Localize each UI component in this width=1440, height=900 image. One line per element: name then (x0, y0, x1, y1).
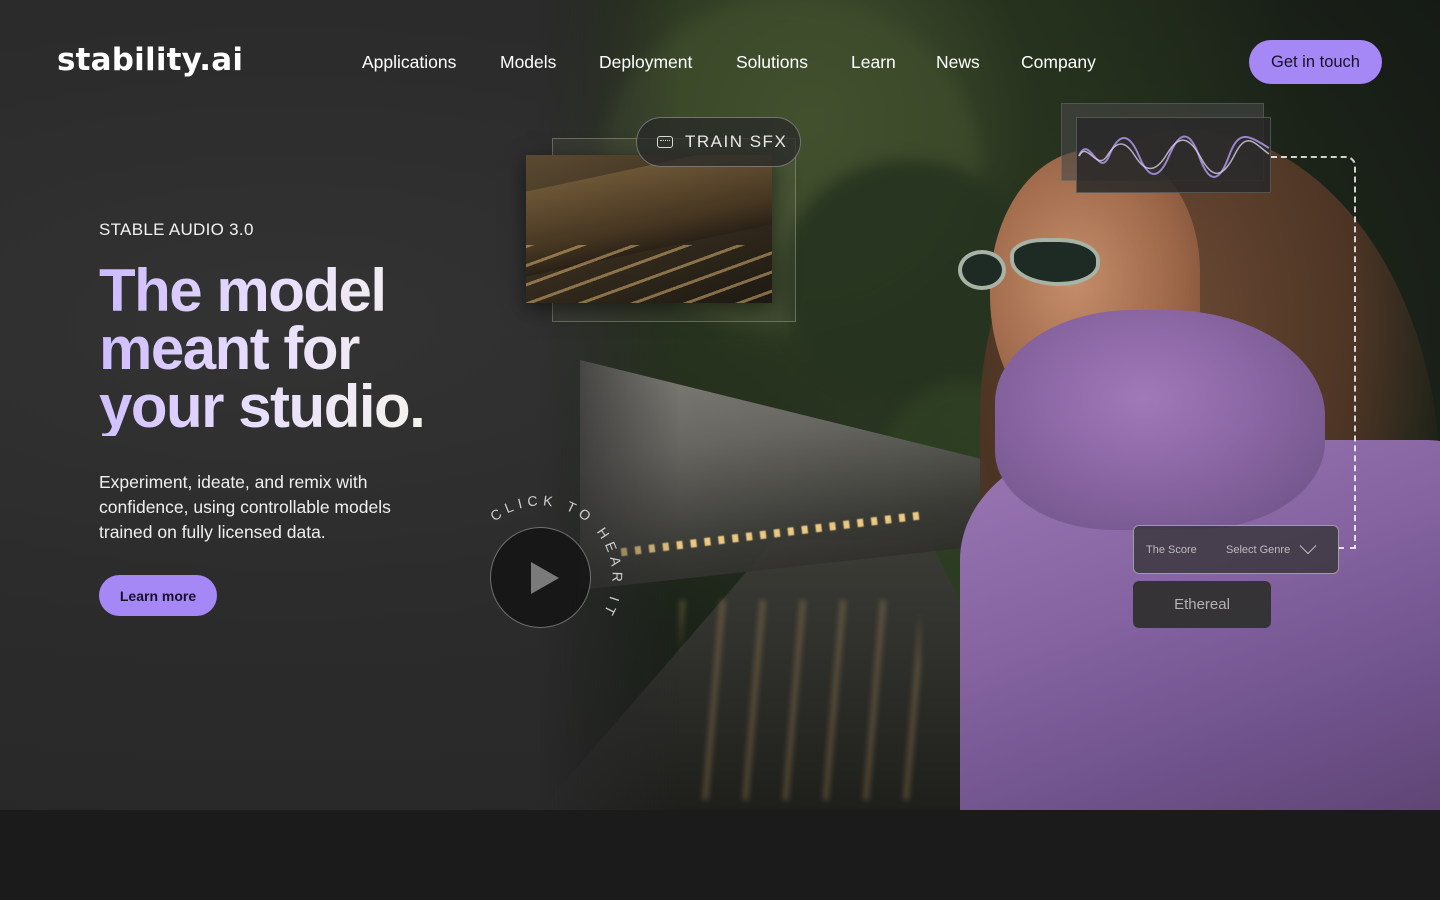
nav-learn[interactable]: Learn (851, 52, 896, 73)
headline-line: meant for (99, 315, 359, 382)
play-icon (531, 562, 559, 594)
platform-reflections (680, 600, 920, 800)
play-button[interactable] (490, 527, 591, 628)
get-in-touch-button[interactable]: Get in touch (1249, 40, 1382, 84)
sunglasses-lens (958, 250, 1006, 290)
chevron-down-icon (1299, 536, 1317, 554)
waveform-icon (1078, 135, 1270, 178)
headline-line: your studio. (99, 373, 425, 440)
score-label: The Score (1146, 543, 1197, 556)
connector-line (1338, 547, 1356, 549)
hero-section: TRAIN SFX The Score Select Genre Etherea… (0, 0, 1440, 810)
train-sfx-card (526, 155, 772, 303)
genre-option[interactable]: Ethereal (1133, 581, 1271, 628)
nav-applications[interactable]: Applications (362, 52, 456, 73)
hero-description: Experiment, ideate, and remix with confi… (99, 472, 391, 542)
nav-models[interactable]: Models (500, 52, 556, 73)
logo[interactable]: stability.ai (57, 42, 243, 78)
nav-solutions[interactable]: Solutions (736, 52, 808, 73)
nav-news[interactable]: News (936, 52, 980, 73)
nav-company[interactable]: Company (1021, 52, 1096, 73)
genre-placeholder: Select Genre (1226, 543, 1291, 556)
train-sfx-label: TRAIN SFX (685, 132, 788, 151)
keyboard-icon (657, 136, 673, 148)
genre-select[interactable]: The Score Select Genre (1133, 525, 1339, 574)
headline-line: The model (99, 257, 386, 324)
hero-eyebrow: STABLE AUDIO 3.0 (99, 220, 254, 239)
connector-line (1271, 156, 1356, 548)
waveform-card (1076, 117, 1271, 193)
nav-deployment[interactable]: Deployment (599, 52, 692, 73)
train-rails (526, 245, 772, 303)
learn-more-button[interactable]: Learn more (99, 575, 217, 616)
train-sfx-pill[interactable]: TRAIN SFX (636, 117, 801, 167)
next-section (0, 810, 1440, 900)
hero-headline: The model meant for your studio. (99, 262, 539, 436)
